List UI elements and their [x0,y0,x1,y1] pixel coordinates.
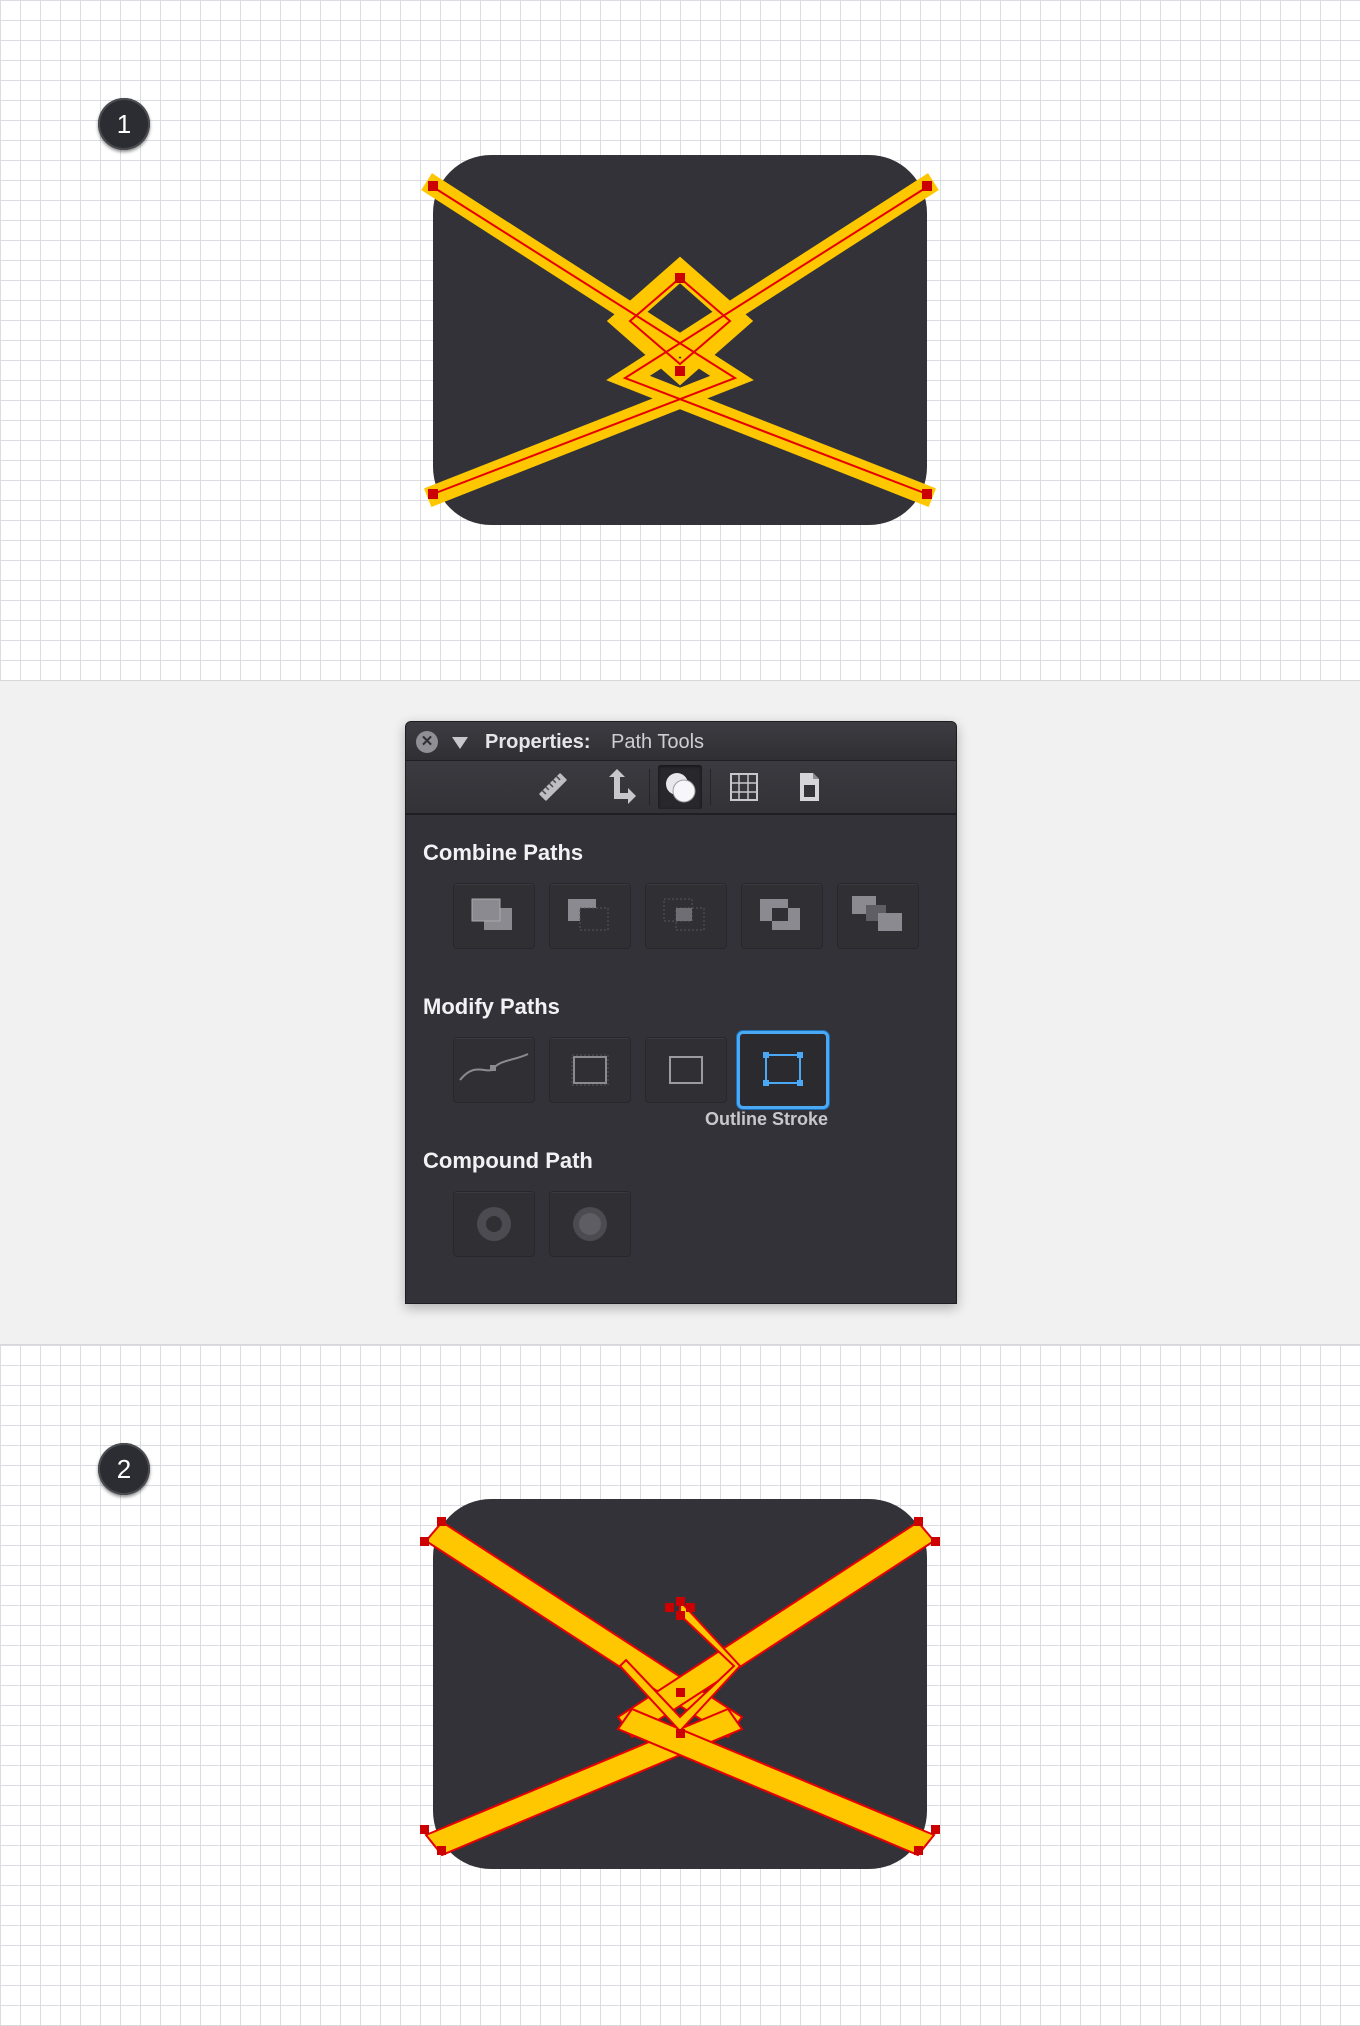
panel-titlebar: ✕ Properties: Path Tools [406,722,956,761]
toolbar-separator [649,769,650,805]
section-title-modify-paths: Modify Paths [423,994,560,1019]
reverse-path-icon[interactable] [645,1037,727,1103]
anchor-point [931,1537,940,1546]
anchor-point [914,1846,923,1855]
subtract-icon[interactable] [549,883,631,949]
collapse-triangle-icon[interactable] [452,737,468,749]
divide-icon[interactable] [837,883,919,949]
anchor-point [428,489,438,499]
canvas-panel-step-2: 2 [0,1344,1360,2026]
anchor-point [922,181,932,191]
anchor-point [420,1825,429,1834]
panel-title-label: Properties: [485,731,591,753]
panel-title-value: Path Tools [611,731,705,753]
anchor-point [675,273,685,283]
ruler-icon[interactable] [531,765,575,809]
panel-toolbar [406,761,956,815]
anchor-point [420,1537,429,1546]
release-compound-icon[interactable] [549,1191,631,1257]
properties-panel: ✕ Properties: Path Tools Combine Paths M… [405,721,957,1304]
exclude-icon[interactable] [741,883,823,949]
anchor-point [437,1846,446,1855]
make-compound-icon[interactable] [453,1191,535,1257]
transform-arrows-icon[interactable] [596,765,640,809]
anchor-point [931,1825,940,1834]
envelope-illustration-step-1 [421,155,939,525]
path-ops-circles-icon[interactable] [658,765,702,809]
simplify-path-icon[interactable] [453,1037,535,1103]
expand-icon[interactable] [549,1037,631,1103]
anchor-point [676,1729,685,1738]
anchor-point [428,181,438,191]
toolbar-separator [710,769,711,805]
anchor-point [914,1517,923,1526]
canvas-panel-step-1: 1 [0,0,1360,681]
section-title-compound-path: Compound Path [423,1148,593,1173]
anchor-point [676,1611,685,1620]
anchor-point [922,489,932,499]
section-title-combine-paths: Combine Paths [423,840,584,865]
grid-icon[interactable] [722,765,766,809]
anchor-point [676,1688,685,1697]
outline-stroke-tooltip: Outline Stroke [705,1109,829,1129]
anchor-point [675,366,685,376]
intersect-icon[interactable] [645,883,727,949]
document-icon[interactable] [787,765,831,809]
outline-stroke-icon[interactable] [737,1031,829,1109]
anchor-point [686,1603,695,1612]
anchor-point [437,1517,446,1526]
unite-icon[interactable] [453,883,535,949]
envelope-illustration-step-2 [420,1499,940,1869]
anchor-point [665,1603,674,1612]
close-icon[interactable]: ✕ [416,731,438,753]
anchor-point [676,1597,685,1606]
